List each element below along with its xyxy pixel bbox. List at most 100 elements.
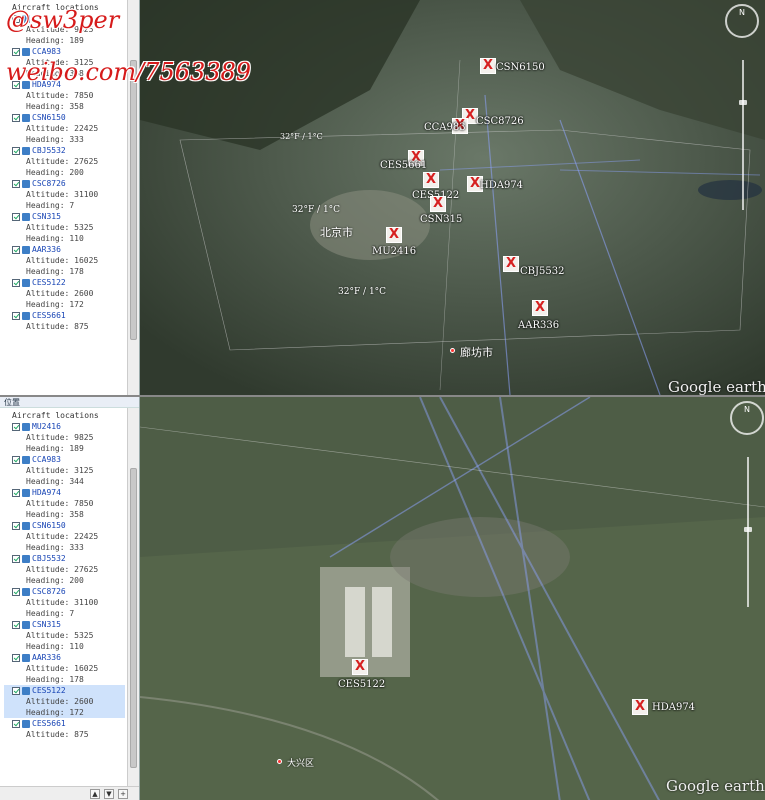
aircraft-list-item[interactable]: CBJ5532 xyxy=(4,553,125,564)
visibility-checkbox[interactable] xyxy=(12,620,20,629)
aircraft-altitude: Altitude: 27625 xyxy=(26,157,99,166)
visibility-checkbox[interactable] xyxy=(12,422,20,431)
aircraft-placemark-icon[interactable]: X xyxy=(423,172,439,188)
visibility-checkbox[interactable] xyxy=(12,245,20,254)
placemark-icon xyxy=(22,146,30,155)
visibility-checkbox[interactable] xyxy=(12,554,20,563)
places-header[interactable]: 位置 xyxy=(0,397,139,408)
aircraft-list-item[interactable]: CES5661 xyxy=(4,718,125,729)
placemark-label: AAR336 xyxy=(518,320,560,331)
aircraft-callsign: MU2416 xyxy=(32,422,61,431)
aircraft-heading: Heading: 110 xyxy=(26,642,84,651)
tree-root-aircraft-locations[interactable]: Aircraft locations xyxy=(4,410,125,421)
visibility-checkbox[interactable] xyxy=(12,653,20,662)
aircraft-heading: Heading: 333 xyxy=(26,543,84,552)
visibility-checkbox[interactable] xyxy=(12,212,20,221)
watermark-handle: @sw3per xyxy=(6,6,120,34)
aircraft-placemark-icon[interactable]: X xyxy=(532,300,548,316)
aircraft-list-item[interactable]: AAR336 xyxy=(4,244,125,255)
zoom-slider-knob[interactable] xyxy=(739,100,747,105)
visibility-checkbox[interactable] xyxy=(12,47,20,56)
aircraft-altitude: Altitude: 16025 xyxy=(26,664,99,673)
zoom-slider[interactable] xyxy=(742,60,744,210)
aircraft-placemark-icon[interactable]: X xyxy=(386,227,402,243)
aircraft-placemark-icon[interactable]: X xyxy=(480,58,496,74)
aircraft-callsign: CSN6150 xyxy=(32,521,66,530)
aircraft-callsign: CCA983 xyxy=(32,47,61,56)
placemark-label: CCA983 xyxy=(424,122,466,133)
aircraft-list-item[interactable]: AAR336 xyxy=(4,652,125,663)
aircraft-list-item[interactable]: CES5661 xyxy=(4,310,125,321)
placemark-icon xyxy=(22,245,30,254)
aircraft-list-item[interactable]: MU2416 xyxy=(4,421,125,432)
aircraft-heading xyxy=(4,740,125,751)
placemark-icon xyxy=(22,455,30,464)
top-view: Aircraft locations Altitude: 9825 Heading… xyxy=(0,0,765,395)
aircraft-heading: Heading: 172 xyxy=(4,707,125,718)
aircraft-list-item[interactable]: CSC8726 xyxy=(4,178,125,189)
aircraft-altitude: Altitude: 5325 xyxy=(26,223,94,232)
scrollbar-thumb[interactable] xyxy=(130,60,137,340)
sidebar-footer: ▲ ▼ + xyxy=(0,786,139,800)
navigation-compass-icon[interactable] xyxy=(725,4,759,38)
aircraft-list-item[interactable]: CCA983 xyxy=(4,454,125,465)
placemark-icon xyxy=(22,620,30,629)
aircraft-list-item[interactable]: CSN6150 xyxy=(4,520,125,531)
aircraft-altitude: Altitude: 22425 xyxy=(26,124,99,133)
aircraft-callsign: AAR336 xyxy=(32,245,61,254)
visibility-checkbox[interactable] xyxy=(12,311,20,320)
zoom-slider-knob[interactable] xyxy=(744,527,752,532)
placemark-icon xyxy=(22,47,30,56)
placemark-icon xyxy=(22,719,30,728)
aircraft-placemark-icon[interactable]: X xyxy=(632,699,648,715)
visibility-checkbox[interactable] xyxy=(12,113,20,122)
placemark-icon xyxy=(22,311,30,320)
aircraft-list-item[interactable]: CSN315 xyxy=(4,619,125,630)
placemark-icon xyxy=(22,212,30,221)
map-view-bottom[interactable]: X CES5122 X HDA974 大兴区 Google earth xyxy=(140,397,765,800)
aircraft-callsign: CSC8726 xyxy=(32,587,66,596)
aircraft-altitude: Altitude: 7850 xyxy=(26,499,94,508)
navigation-compass-icon[interactable] xyxy=(730,401,764,435)
visibility-checkbox[interactable] xyxy=(12,488,20,497)
visibility-checkbox[interactable] xyxy=(12,587,20,596)
aircraft-list-item[interactable]: HDA974 xyxy=(4,487,125,498)
visibility-checkbox[interactable] xyxy=(12,455,20,464)
aircraft-placemark-icon[interactable]: X xyxy=(430,196,446,212)
aircraft-altitude: Altitude: 875 xyxy=(26,322,89,331)
aircraft-placemark-icon[interactable]: X xyxy=(352,659,368,675)
aircraft-altitude: Altitude: 31100 xyxy=(26,598,99,607)
aircraft-heading: Heading: 110 xyxy=(26,234,84,243)
placemark-icon xyxy=(22,113,30,122)
weather-label-2: 32°F / 1°C xyxy=(292,205,341,215)
placemark-icon xyxy=(22,653,30,662)
search-down-button[interactable]: ▼ xyxy=(104,788,114,799)
google-earth-logo: Google earth xyxy=(666,777,765,795)
search-up-button[interactable]: ▲ xyxy=(90,788,100,799)
aircraft-placemark-icon[interactable]: X xyxy=(503,256,519,272)
scrollbar-thumb[interactable] xyxy=(130,468,137,768)
aircraft-list-item[interactable]: CES5122 xyxy=(4,685,125,696)
aircraft-heading: Heading: 200 xyxy=(26,576,84,585)
aircraft-altitude: Altitude: 2600 xyxy=(26,289,94,298)
visibility-checkbox[interactable] xyxy=(12,179,20,188)
visibility-checkbox[interactable] xyxy=(12,146,20,155)
zoom-slider[interactable] xyxy=(747,457,749,607)
aircraft-list-item[interactable]: CCA983 xyxy=(4,46,125,57)
aircraft-list-item[interactable]: CSC8726 xyxy=(4,586,125,597)
sidebar-scrollbar-bottom[interactable] xyxy=(127,408,139,786)
places-sidebar-bottom: 位置 Aircraft locations MU2416 Altitude: 98… xyxy=(0,397,140,800)
visibility-checkbox[interactable] xyxy=(12,719,20,728)
visibility-checkbox[interactable] xyxy=(12,521,20,530)
visibility-checkbox[interactable] xyxy=(12,278,20,287)
placemark-icon xyxy=(22,179,30,188)
visibility-checkbox[interactable] xyxy=(12,686,20,695)
aircraft-callsign: CBJ5532 xyxy=(32,146,66,155)
aircraft-list-item[interactable]: CES5122 xyxy=(4,277,125,288)
aircraft-list-item[interactable]: CBJ5532 xyxy=(4,145,125,156)
aircraft-list-item[interactable]: CSN6150 xyxy=(4,112,125,123)
placemark-label: MU2416 xyxy=(372,246,417,257)
add-button[interactable]: + xyxy=(118,788,128,799)
aircraft-list-item[interactable]: CSN315 xyxy=(4,211,125,222)
placemark-icon xyxy=(22,488,30,497)
